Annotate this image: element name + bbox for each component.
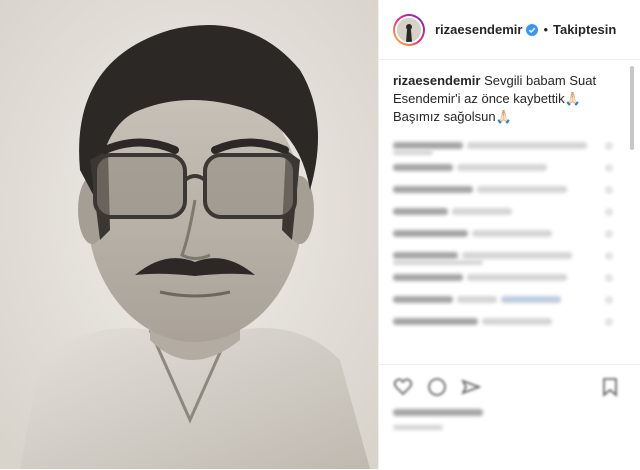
comment-row [393, 270, 621, 288]
post-sidebar: rizaesendemir • Takiptesin rizaesendemir… [378, 0, 640, 469]
comment-row [393, 138, 621, 156]
comment-row [393, 182, 621, 200]
scrollbar[interactable] [630, 66, 634, 150]
comment-row [393, 160, 621, 178]
comment-row [393, 248, 621, 266]
comment-row [393, 204, 621, 222]
avatar-image [397, 17, 421, 42]
bookmark-icon[interactable] [602, 377, 618, 397]
heart-icon[interactable] [393, 377, 413, 397]
post-header: rizaesendemir • Takiptesin [379, 0, 640, 60]
comment-row [393, 292, 621, 310]
avatar[interactable] [393, 13, 425, 46]
instagram-post: rizaesendemir • Takiptesin rizaesendemir… [0, 0, 640, 469]
post-caption: rizaesendemir Sevgili babam Suat Esendem… [379, 60, 627, 126]
likes-line [393, 409, 483, 416]
comment-icon[interactable] [427, 377, 447, 397]
portrait-image [0, 0, 378, 469]
comment-row [393, 314, 621, 332]
post-photo [0, 0, 378, 469]
verified-badge-icon [526, 23, 539, 36]
comment-row [393, 226, 621, 244]
header-username[interactable]: rizaesendemir [435, 22, 522, 37]
separator-dot: • [543, 22, 548, 37]
caption-username[interactable]: rizaesendemir [393, 73, 480, 88]
post-actions [379, 364, 640, 470]
comments-list [393, 138, 621, 336]
timestamp-line [393, 425, 443, 430]
follow-status-button[interactable]: Takiptesin [553, 22, 616, 37]
share-icon[interactable] [461, 377, 481, 397]
